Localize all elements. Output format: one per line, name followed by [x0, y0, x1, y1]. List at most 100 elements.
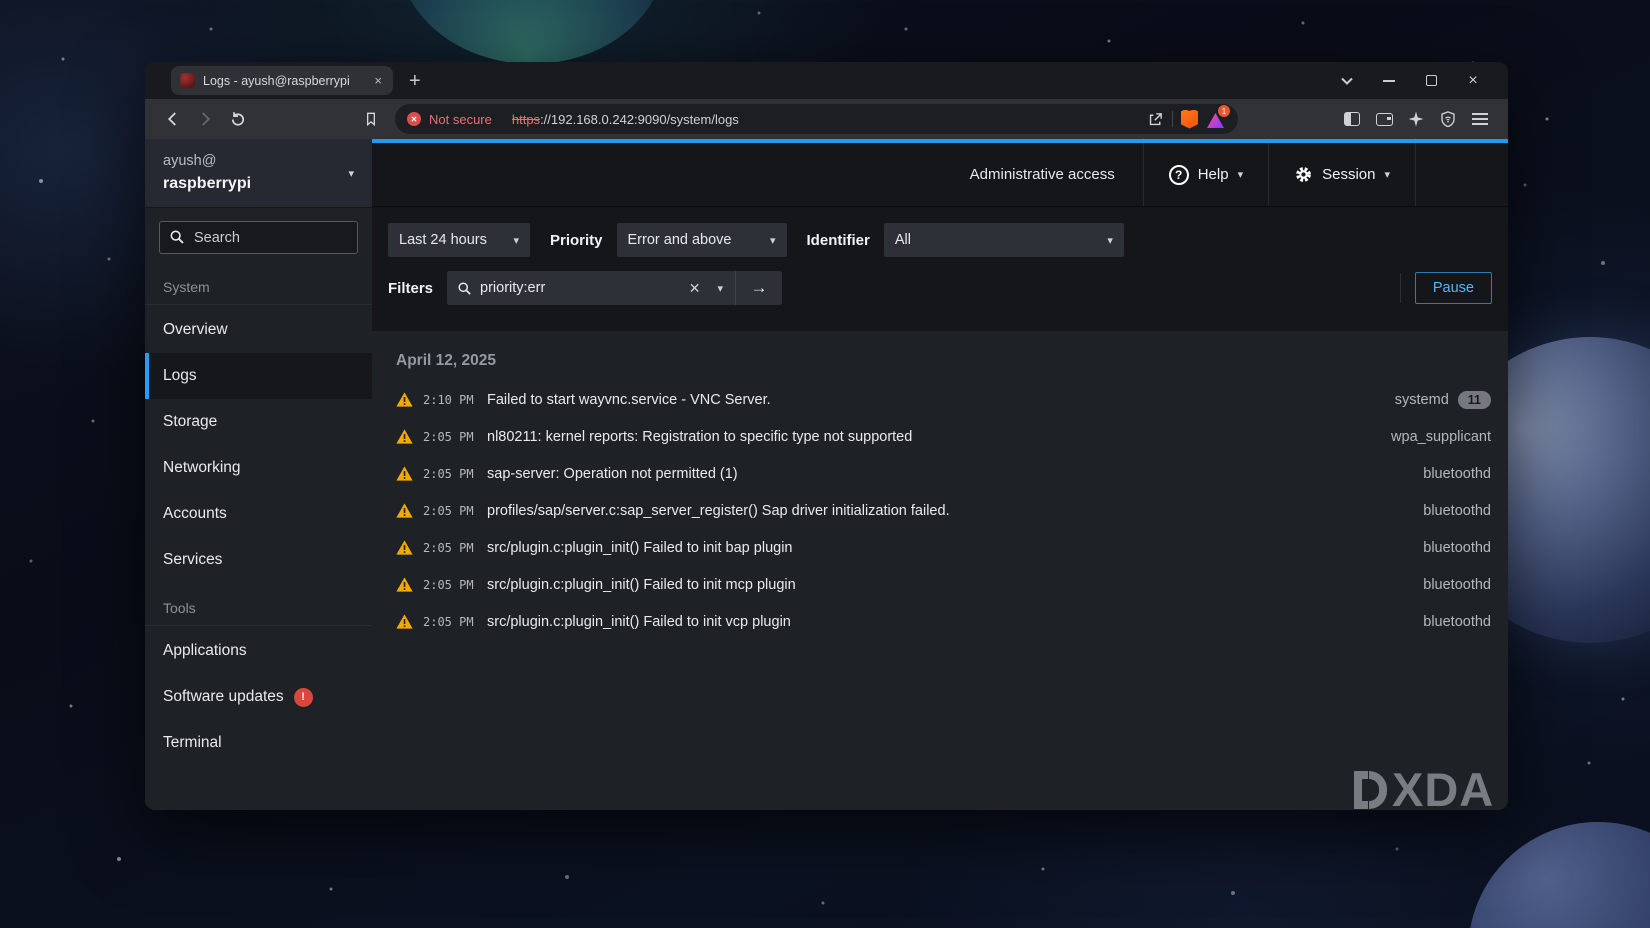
help-label: Help [1198, 166, 1229, 183]
brave-rewards-icon[interactable]: 1 [1206, 110, 1226, 128]
session-label: Session [1322, 166, 1375, 183]
wallet-icon[interactable] [1370, 105, 1398, 133]
browser-window: Logs - ayush@raspberrypi × + × [145, 62, 1508, 810]
log-time: 2:05 PM [423, 504, 479, 518]
log-time: 2:05 PM [423, 541, 479, 555]
log-row[interactable]: 2:05 PMsrc/plugin.c:plugin_init() Failed… [396, 566, 1491, 603]
time-range-value: Last 24 hours [399, 232, 487, 248]
log-service: systemd [1395, 392, 1449, 408]
host-name: raspberrypi [163, 172, 251, 195]
browser-toolbar: ✕ Not secure https://192.168.0.242:9090/… [145, 99, 1508, 139]
priority-label: Priority [550, 232, 603, 249]
log-row[interactable]: 2:05 PMprofiles/sap/server.c:sap_server_… [396, 492, 1491, 529]
tab-close-icon[interactable]: × [372, 72, 384, 89]
priority-dropdown[interactable]: Error and above ▾ [617, 223, 787, 257]
bookmark-icon[interactable] [357, 105, 385, 133]
filter-search-group: ✕ ▾ → [447, 271, 782, 305]
not-secure-icon: ✕ [407, 112, 421, 126]
log-row[interactable]: 2:05 PMsrc/plugin.c:plugin_init() Failed… [396, 529, 1491, 566]
administrative-access-button[interactable]: Administrative access [970, 166, 1115, 183]
filter-dropdown-caret[interactable]: ▾ [711, 282, 735, 295]
menu-icon[interactable] [1466, 105, 1494, 133]
sidebar-item-applications[interactable]: Applications [145, 628, 372, 674]
sidebar-item-networking[interactable]: Networking [145, 445, 372, 491]
nav-item-label: Terminal [163, 734, 222, 752]
tab-title: Logs - ayush@raspberrypi [203, 74, 364, 88]
log-message: src/plugin.c:plugin_init() Failed to ini… [487, 614, 791, 630]
url-rest: ://192.168.0.242:9090/system/logs [540, 112, 739, 127]
nav-item-label: Storage [163, 413, 217, 431]
identifier-dropdown[interactable]: All ▾ [884, 223, 1124, 257]
address-bar[interactable]: ✕ Not secure https://192.168.0.242:9090/… [395, 104, 1238, 134]
nav-item-label: Applications [163, 642, 247, 660]
reload-button[interactable] [223, 105, 251, 133]
sidebar-item-accounts[interactable]: Accounts [145, 491, 372, 537]
identifier-value: All [895, 232, 911, 248]
sidebar-item-terminal[interactable]: Terminal [145, 720, 372, 766]
time-range-dropdown[interactable]: Last 24 hours ▾ [388, 223, 530, 257]
forward-button[interactable] [191, 105, 219, 133]
nav-item-label: Services [163, 551, 222, 569]
clear-filter-icon[interactable]: ✕ [678, 280, 712, 297]
rewards-notification-badge: 1 [1218, 105, 1230, 117]
filter-search-input[interactable] [480, 280, 678, 296]
browser-tab[interactable]: Logs - ayush@raspberrypi × [171, 66, 393, 95]
search-input[interactable] [159, 221, 358, 254]
sidebar-item-storage[interactable]: Storage [145, 399, 372, 445]
priority-value: Error and above [628, 232, 732, 248]
share-icon[interactable] [1147, 111, 1164, 128]
log-row[interactable]: 2:05 PMsap-server: Operation not permitt… [396, 455, 1491, 492]
identifier-label: Identifier [807, 232, 870, 249]
sidebar-item-logs[interactable]: Logs [145, 353, 372, 399]
cockpit-app: ayush@ raspberrypi ▾ SystemOverviewLogsS… [145, 139, 1508, 810]
log-row[interactable]: 2:05 PM src/plugin.c:plugin_init() Failed… [396, 603, 1491, 640]
leo-ai-icon[interactable] [1402, 105, 1430, 133]
log-time: 2:05 PM [423, 615, 479, 629]
urlbar-divider [1172, 111, 1173, 127]
nav-section-label-tools: Tools [145, 583, 372, 626]
log-row[interactable]: 2:10 PMFailed to start wayvnc.service - … [396, 381, 1491, 418]
log-row[interactable]: 2:05 PM nl80211: kernel reports: Registra… [396, 418, 1491, 455]
pause-button[interactable]: Pause [1415, 272, 1492, 304]
log-list-panel: April 12, 2025 2:10 PMFailed to start wa… [372, 331, 1508, 810]
cockpit-favicon-icon [180, 73, 195, 88]
back-button[interactable] [159, 105, 187, 133]
sidebar-item-software-updates[interactable]: Software updates! [145, 674, 372, 720]
apply-filter-button[interactable]: → [736, 271, 782, 305]
minimize-button[interactable] [1368, 62, 1410, 99]
session-menu[interactable]: Session ▾ [1269, 143, 1415, 206]
log-time: 2:05 PM [423, 430, 479, 444]
nav-item-label: Networking [163, 459, 241, 477]
chevron-down-icon: ▾ [1238, 168, 1244, 181]
chevron-down-icon: ▾ [770, 234, 776, 247]
maximize-button[interactable] [1410, 62, 1452, 99]
warning-icon [396, 429, 413, 444]
desktop: Logs - ayush@raspberrypi × + × [0, 0, 1650, 928]
sidebar-search [159, 221, 358, 254]
log-message: nl80211: kernel reports: Registration to… [487, 429, 912, 445]
log-date-header: April 12, 2025 [396, 352, 1491, 370]
tab-search-button[interactable] [1326, 62, 1368, 99]
nav-item-label: Accounts [163, 505, 227, 523]
sidebar-nav: SystemOverviewLogsStorageNetworkingAccou… [145, 262, 372, 766]
host-switcher[interactable]: ayush@ raspberrypi ▾ [145, 139, 372, 208]
log-message: src/plugin.c:plugin_init() Failed to ini… [487, 577, 796, 593]
log-time: 2:05 PM [423, 467, 479, 481]
log-rows: 2:10 PMFailed to start wayvnc.service - … [396, 381, 1491, 640]
close-button[interactable]: × [1452, 62, 1494, 99]
vpn-shield-icon[interactable] [1434, 105, 1462, 133]
search-icon [457, 281, 472, 296]
brave-shield-icon[interactable] [1181, 110, 1198, 129]
not-secure-label: Not secure [429, 112, 492, 127]
updates-alert-badge: ! [294, 688, 313, 707]
sidebar-item-overview[interactable]: Overview [145, 307, 372, 353]
xda-logo-icon [1369, 771, 1387, 809]
sidebar-item-services[interactable]: Services [145, 537, 372, 583]
new-tab-button[interactable]: + [409, 71, 421, 91]
sidebar-panel-icon[interactable] [1338, 105, 1366, 133]
help-icon: ? [1169, 165, 1189, 185]
tab-bar: Logs - ayush@raspberrypi × + × [145, 62, 1508, 99]
log-count-badge: 11 [1458, 391, 1491, 409]
help-menu[interactable]: ? Help ▾ [1144, 143, 1268, 206]
warning-icon [396, 392, 413, 407]
